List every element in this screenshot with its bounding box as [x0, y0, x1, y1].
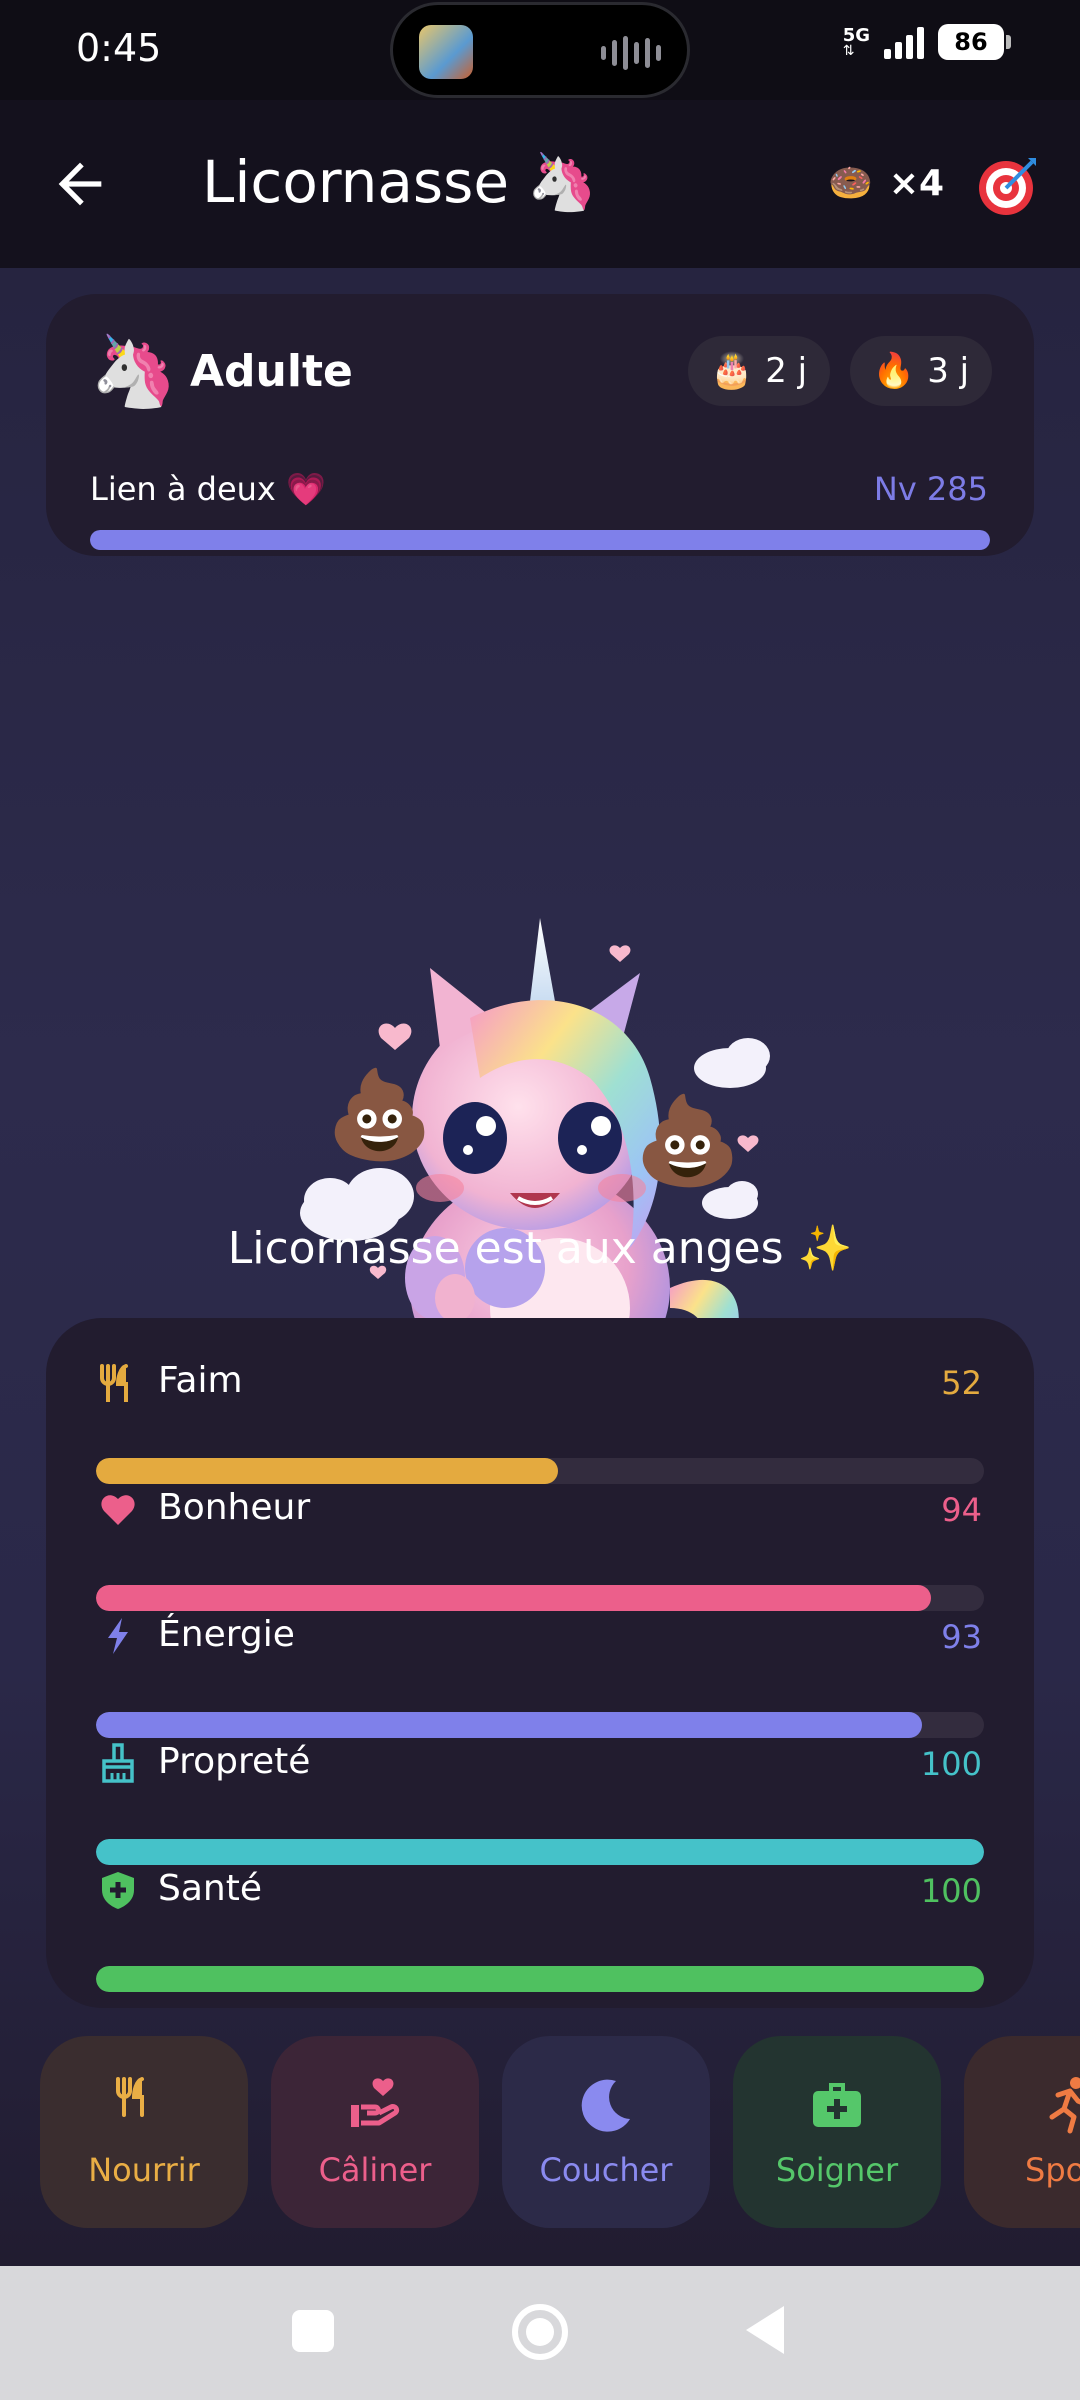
battery-level: 86: [954, 28, 988, 56]
stat-row: Énergie 93: [46, 1602, 1034, 1738]
action-button-coucher[interactable]: Coucher: [502, 2036, 710, 2228]
age-badge: 🎂 2 j: [688, 336, 830, 406]
fire-icon: 🔥: [872, 351, 916, 391]
stat-label: Bonheur: [158, 1487, 311, 1528]
stat-value: 100: [920, 1745, 982, 1783]
stat-bar-fill: [96, 1966, 984, 1992]
pet-name: Licornasse: [202, 148, 510, 216]
dynamic-island[interactable]: [390, 2, 690, 98]
action-button-sport[interactable]: Sport: [964, 2036, 1080, 2228]
bond-progress-fill: [90, 530, 990, 550]
poop-icon[interactable]: 💩: [634, 1090, 741, 1191]
profile-card: 🦄 Adulte 🎂 2 j 🔥 3 j Lien à deux 💗 Nv 28…: [46, 294, 1034, 556]
streak-badge: 🔥 3 j: [850, 336, 992, 406]
stat-row: Faim 52: [46, 1348, 1034, 1484]
action-label: Coucher: [539, 2151, 673, 2189]
stat-bar: [96, 1966, 984, 1992]
action-button-caliner[interactable]: Câliner: [271, 2036, 479, 2228]
stat-label: Énergie: [158, 1614, 295, 1655]
stat-value: 52: [941, 1364, 982, 1402]
stat-label: Santé: [158, 1868, 262, 1909]
bond-label: Lien à deux 💗: [90, 470, 326, 508]
heart-icon: [101, 1495, 135, 1525]
stat-value: 94: [941, 1491, 982, 1529]
home-button[interactable]: [512, 2304, 568, 2360]
unicorn-icon: 🦄: [527, 150, 597, 215]
bolt-icon: [108, 1618, 128, 1654]
back-button[interactable]: [746, 2306, 784, 2354]
medkit-icon: [813, 2083, 861, 2127]
fork-knife-icon: [116, 2077, 144, 2117]
arrow-left-icon[interactable]: [48, 152, 112, 216]
age-value: 2 j: [765, 351, 808, 391]
target-icon[interactable]: [976, 154, 1040, 218]
stat-label: Propreté: [158, 1741, 311, 1782]
inventory-counter[interactable]: 🍩 ×4: [828, 162, 945, 205]
status-indicators: 5G ⇅ 86: [842, 24, 1011, 60]
stats-card: Faim 52 Bonheur 94 Énergie 93 Propreté 1…: [46, 1318, 1034, 2008]
runner-icon: [1049, 2077, 1080, 2134]
unicorn-icon: 🦄: [90, 330, 178, 412]
fork-knife-icon: [100, 1364, 128, 1402]
system-nav-bar: [0, 2266, 1080, 2400]
mood-message: Licornasse est aux anges ✨: [227, 1223, 853, 1274]
stat-row: Bonheur 94: [46, 1475, 1034, 1611]
action-label: Câliner: [318, 2151, 432, 2189]
media-thumbnail: [419, 25, 473, 79]
clock: 0:45: [76, 26, 162, 70]
poop-icon[interactable]: 💩: [326, 1064, 433, 1165]
network-indicator: 5G ⇅: [842, 27, 870, 59]
moon-icon: [581, 2079, 630, 2132]
battery-icon: 86: [938, 24, 1011, 60]
inventory-count: ×4: [888, 162, 945, 204]
hand-heart-icon: [351, 2078, 400, 2127]
recents-button[interactable]: [292, 2310, 334, 2352]
app-bar: Licornasse 🦄 🍩 ×4: [0, 100, 1080, 268]
action-button-nourrir[interactable]: Nourrir: [40, 2036, 248, 2228]
stat-row: Propreté 100: [46, 1729, 1034, 1865]
action-label: Soigner: [775, 2151, 899, 2189]
data-arrows-icon: ⇅: [842, 43, 855, 59]
action-label: Nourrir: [88, 2151, 200, 2189]
stat-row: Santé 100: [46, 1856, 1034, 1992]
stat-value: 100: [920, 1872, 982, 1910]
audio-wave-icon: [601, 35, 661, 71]
bond-level: Nv 285: [873, 470, 988, 508]
action-bar: Nourrir Câliner Coucher Soigner Sport: [0, 2036, 1080, 2266]
action-label: Sport: [1025, 2151, 1080, 2189]
stat-label: Faim: [158, 1360, 243, 1401]
status-bar: 0:45 5G ⇅ 86: [0, 0, 1080, 100]
stat-value: 93: [941, 1618, 982, 1656]
signal-icon: [884, 25, 924, 59]
life-stage: Adulte: [190, 346, 353, 397]
streak-value: 3 j: [927, 351, 970, 391]
main-content: 🦄 Adulte 🎂 2 j 🔥 3 j Lien à deux 💗 Nv 28…: [0, 268, 1080, 2266]
page-title: Licornasse 🦄: [202, 148, 597, 216]
donut-icon: 🍩: [828, 163, 873, 204]
bond-progress-bar: [90, 530, 990, 550]
brush-icon: [102, 1743, 134, 1783]
cake-icon: 🎂: [710, 351, 754, 391]
shield-plus-icon: [102, 1872, 134, 1909]
action-button-soigner[interactable]: Soigner: [733, 2036, 941, 2228]
